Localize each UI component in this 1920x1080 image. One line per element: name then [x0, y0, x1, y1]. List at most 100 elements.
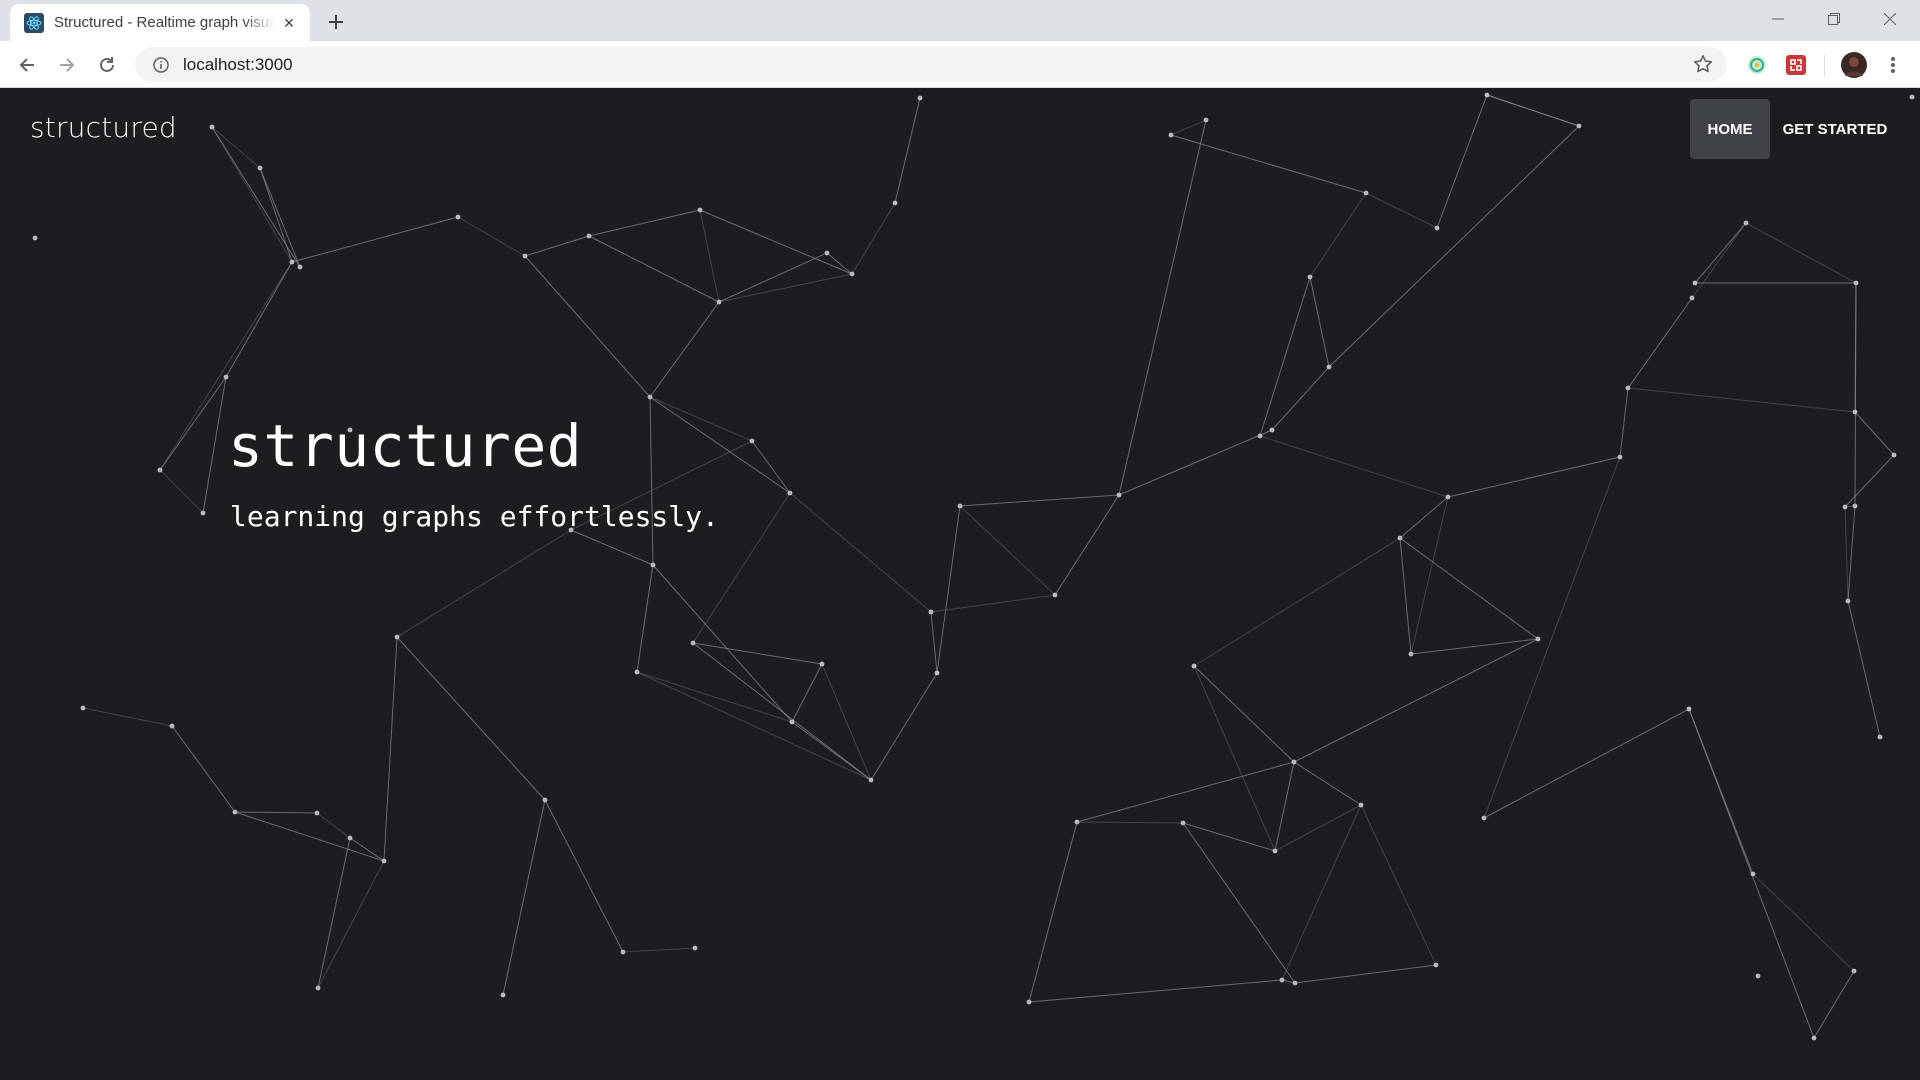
graph-edge [1193, 665, 1295, 763]
graph-edge [1694, 222, 1747, 284]
graph-node [1845, 598, 1851, 604]
graph-edge [636, 671, 872, 781]
graph-edge [1399, 537, 1412, 655]
extension-icon-red[interactable] [1784, 53, 1808, 77]
close-tab-icon[interactable]: × [280, 14, 298, 32]
graph-node [1811, 1035, 1817, 1041]
close-window-button[interactable] [1862, 0, 1918, 38]
graph-edge [1752, 873, 1855, 972]
graph-node [789, 719, 795, 725]
react-atom-icon [24, 12, 44, 33]
nav-home-link[interactable]: HOME [1690, 99, 1770, 159]
graph-node [634, 669, 640, 675]
tab-title: Structured - Realtime graph visualizatio… [54, 14, 276, 31]
graph-node [209, 124, 215, 130]
back-button[interactable] [11, 49, 43, 81]
graph-node [1116, 492, 1122, 498]
graph-edge [524, 255, 651, 398]
new-tab-button[interactable] [322, 8, 350, 36]
reload-button[interactable] [91, 49, 123, 81]
graph-edge [1854, 411, 1895, 456]
graph-edge [1447, 456, 1621, 498]
graph-edge [82, 707, 173, 727]
address-bar[interactable]: localhost:3000 [135, 47, 1727, 82]
graph-edge [317, 837, 351, 989]
graph-node [1692, 280, 1698, 286]
graph-node [1292, 980, 1298, 986]
minimize-icon [1772, 18, 1784, 20]
graph-edge [1193, 537, 1401, 667]
graph-node [1743, 220, 1749, 226]
graph-edge [1399, 537, 1539, 640]
graph-node [297, 264, 303, 270]
graph-edge [1847, 600, 1881, 738]
graph-edge [1271, 366, 1330, 431]
graph-edge [1118, 119, 1207, 496]
graph-edge [791, 663, 823, 723]
graph-node [1576, 123, 1582, 129]
restore-icon [1828, 13, 1840, 25]
graph-node [1397, 535, 1403, 541]
browser-tabstrip: Structured - Realtime graph visualizatio… [0, 0, 1920, 41]
graph-node [169, 723, 175, 729]
graph-node [500, 992, 506, 998]
graph-edge [636, 564, 654, 673]
graph-edge [1436, 94, 1488, 229]
plus-icon [329, 15, 343, 29]
graph-node [1755, 973, 1761, 979]
graph-edge [936, 505, 961, 674]
graph-edge [588, 235, 720, 303]
graph-node [1750, 871, 1756, 877]
graph-node [289, 259, 295, 265]
graph-node [1877, 734, 1883, 740]
graph-edge [1410, 638, 1539, 655]
graph-edge [234, 811, 318, 814]
graph-node [455, 214, 461, 220]
graph-node [917, 95, 923, 101]
graph-edge [636, 671, 793, 723]
graph-edge [649, 301, 720, 398]
graph-edge [502, 799, 546, 996]
graph-edge [291, 216, 459, 263]
network-graph-background [32, 92, 1915, 1041]
graph-node [1272, 848, 1278, 854]
restore-button[interactable] [1806, 0, 1862, 38]
graph-node [1689, 295, 1695, 301]
graph-node [1445, 494, 1451, 500]
graph-edge [1410, 496, 1449, 655]
toolbar-separator [1824, 55, 1825, 77]
reload-icon [100, 57, 114, 72]
graph-node [1168, 132, 1174, 138]
graph-edge [751, 440, 791, 494]
extension-icon-green[interactable] [1745, 53, 1769, 77]
forward-button[interactable] [51, 49, 83, 81]
graph-edge [349, 837, 385, 862]
graph-edge [699, 209, 853, 275]
graph-edge [171, 725, 236, 813]
graph-edge [1293, 761, 1362, 806]
graph-edge [699, 209, 720, 303]
info-icon[interactable] [141, 56, 181, 73]
graph-node [849, 271, 855, 277]
url-text: localhost:3000 [183, 54, 293, 74]
avatar[interactable] [1841, 52, 1867, 78]
minimize-button[interactable] [1750, 0, 1806, 38]
graph-edge [1028, 821, 1078, 1003]
site-brand[interactable]: structured [30, 111, 177, 144]
graph-edge [1619, 387, 1629, 458]
graph-node [1203, 117, 1209, 123]
star-icon[interactable] [1693, 54, 1713, 79]
graph-edge [1259, 435, 1449, 498]
graph-node [716, 299, 722, 305]
graph-edge [1745, 222, 1857, 284]
graph-edge [894, 97, 921, 204]
graph-node [819, 661, 825, 667]
graph-node [223, 374, 229, 380]
kebab-menu-icon[interactable] [1881, 53, 1905, 77]
graph-node [1307, 274, 1313, 280]
graph-edge [1281, 804, 1362, 981]
graph-edge [1627, 387, 1856, 413]
browser-tab-active[interactable]: Structured - Realtime graph visualizatio… [10, 4, 310, 41]
nav-get-started-link[interactable]: GET STARTED [1778, 99, 1892, 159]
graph-edge [1365, 192, 1438, 229]
